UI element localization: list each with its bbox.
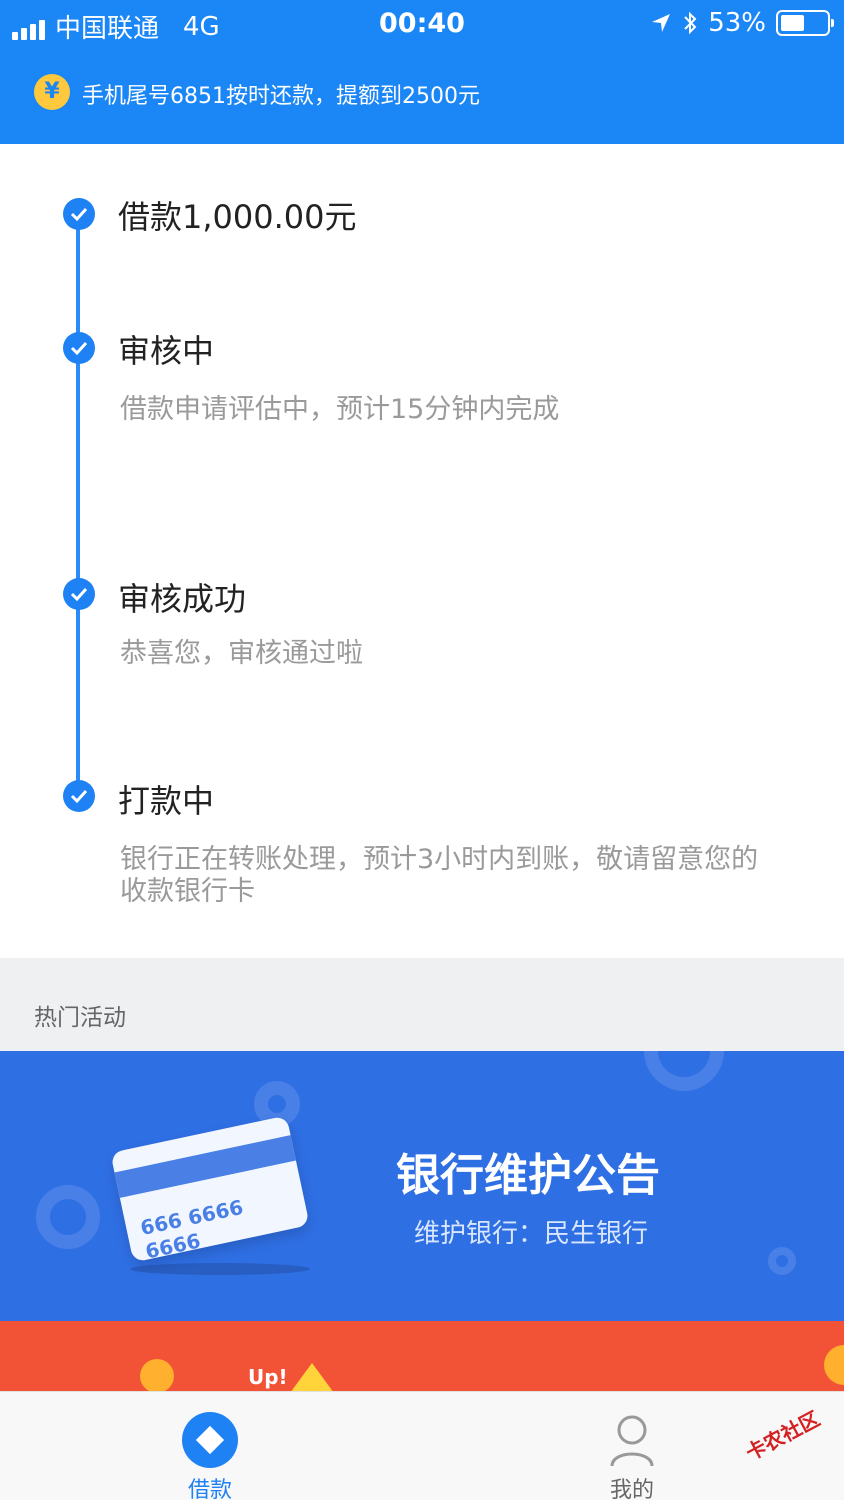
hot-activities-header: 热门活动 [0,958,844,1051]
step-check-icon [63,578,95,610]
step-title-disbursing: 打款中 [118,782,215,820]
tab-loan[interactable]: 借款 [140,1392,280,1500]
step-check-icon [63,198,95,230]
step-title-loan-amount: 借款1,000.00元 [118,198,357,236]
step-desc-approved: 恭喜您，审核通过啦 [120,638,363,669]
status-bar: 中国联通 4G 00:40 53% [0,0,844,48]
promo-title: 银行维护公告 [396,1150,660,1201]
gear-icon [36,1185,100,1249]
gear-icon [644,1051,724,1091]
sun-icon [824,1345,844,1385]
promo-subtitle: 维护银行：民生银行 [414,1219,649,1249]
card-shadow [130,1263,310,1275]
bank-maintenance-banner[interactable]: 666 6666 6666 银行维护公告 维护银行：民生银行 [0,1051,844,1321]
loan-icon [182,1412,238,1468]
up-label: Up! [248,1365,288,1389]
banner-text: 手机尾号6851按时还款，提额到2500元 [82,84,480,109]
loan-progress-timeline: 借款1,000.00元 审核中 借款申请评估中，预计15分钟内完成 审核成功 恭… [0,144,844,958]
coin-icon: ¥ [34,74,70,110]
step-title-reviewing: 审核中 [118,332,215,370]
tab-mine[interactable]: 我的 [562,1392,702,1500]
bluetooth-icon [684,11,697,35]
step-check-icon [63,332,95,364]
red-promo-banner[interactable]: Up! [0,1321,844,1391]
step-desc-reviewing: 借款申请评估中，预计15分钟内完成 [120,394,560,425]
timeline-line [76,212,80,800]
battery-percent: 53% [708,8,766,38]
tab-label: 我的 [609,1478,654,1500]
status-bar-right: 53% [650,8,834,38]
tab-label: 借款 [187,1478,232,1500]
step-title-approved: 审核成功 [118,580,247,618]
card-number: 666 6666 6666 [138,1194,246,1264]
section-title: 热门活动 [34,1005,126,1031]
location-icon [652,14,671,32]
gear-icon [768,1247,796,1275]
limit-banner[interactable]: ¥ 手机尾号6851按时还款，提额到2500元 [0,48,844,144]
bank-card-icon: 666 6666 6666 [110,1115,310,1264]
battery-icon [776,10,834,36]
step-check-icon [63,780,95,812]
step-desc-disbursing: 银行正在转账处理，预计3小时内到账，敬请留意您的收款银行卡 [120,844,759,907]
user-icon [610,1415,654,1467]
tab-bar: 借款 我的 [0,1391,844,1500]
arrow-up-icon [290,1363,334,1391]
sun-icon [140,1359,174,1391]
